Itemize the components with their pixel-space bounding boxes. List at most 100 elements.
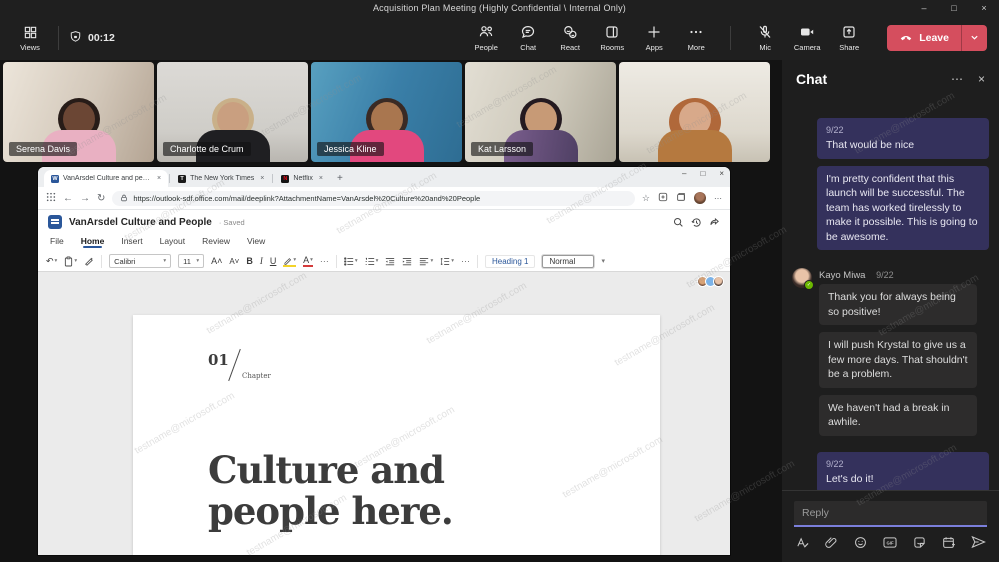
italic-button[interactable]: I [260, 256, 263, 266]
attach-icon[interactable] [825, 536, 838, 549]
chat-message-own: 9/22 That would be nice [817, 118, 989, 159]
video-tile-serena-davis[interactable]: Serena Davis [3, 62, 154, 162]
minimize-button[interactable]: – [909, 0, 939, 16]
apps-button[interactable]: Apps [636, 18, 672, 58]
chat-composer: GIF [782, 490, 999, 562]
decrease-indent-button[interactable] [385, 257, 395, 266]
undo-button[interactable]: ↶▾ [46, 256, 57, 267]
leave-button[interactable]: Leave [887, 25, 987, 51]
bold-button[interactable]: B [246, 256, 253, 266]
browser-close-button[interactable]: × [719, 169, 724, 178]
line-spacing-button[interactable]: ▾ [440, 257, 454, 266]
menu-review[interactable]: Review [202, 234, 230, 246]
share-document-icon[interactable] [709, 217, 720, 228]
menu-file[interactable]: File [50, 234, 64, 246]
sticker-icon[interactable] [913, 536, 926, 549]
shrink-font-button[interactable]: A˅ [229, 257, 239, 266]
bullet-list-button[interactable]: ▾ [344, 257, 358, 266]
views-button[interactable]: Views [12, 18, 48, 58]
browser-minimize-button[interactable]: – [682, 169, 686, 178]
react-button[interactable]: React [552, 18, 588, 58]
word-online-header: VanArsdel Culture and People · Saved [38, 210, 730, 234]
chapter-marker: 01 Chapter [208, 350, 229, 369]
browser-profile-avatar[interactable] [694, 192, 706, 204]
chat-label: Chat [520, 43, 536, 52]
extension-icon[interactable] [658, 189, 668, 207]
chapter-label: Chapter [242, 372, 271, 380]
gif-icon[interactable]: GIF [883, 536, 897, 549]
font-name-select[interactable]: Calibri▾ [109, 254, 171, 268]
align-button[interactable]: ▾ [419, 257, 433, 266]
ribbon-more-icon[interactable]: ⋯ [461, 256, 470, 267]
underline-button[interactable]: U [270, 256, 277, 266]
more-label: More [688, 43, 705, 52]
send-icon[interactable] [971, 535, 986, 549]
schedule-icon[interactable] [942, 536, 955, 549]
favorites-star-icon[interactable]: ☆ [642, 193, 650, 204]
reply-input[interactable] [794, 501, 987, 527]
history-icon[interactable] [691, 217, 702, 228]
browser-menu-icon[interactable]: ⋯ [714, 194, 722, 203]
maximize-button[interactable]: □ [939, 0, 969, 16]
search-icon[interactable] [673, 217, 684, 228]
camera-icon [799, 24, 815, 40]
browser-maximize-button[interactable]: □ [700, 169, 705, 178]
increase-indent-button[interactable] [402, 257, 412, 266]
nyt-favicon: T [178, 175, 186, 183]
menu-insert[interactable]: Insert [121, 234, 142, 246]
kayo-miwa-avatar[interactable] [792, 268, 812, 288]
video-tile-kat-larsson[interactable]: Kat Larsson [465, 62, 616, 162]
emoji-icon[interactable] [854, 536, 867, 549]
browser-tab-netflix[interactable]: N Netflix × [274, 170, 330, 187]
chat-close-icon[interactable]: × [978, 72, 985, 86]
tab-title: VanArsdel Culture and peo... [63, 175, 151, 182]
paste-button[interactable]: ▾ [64, 256, 77, 267]
menu-layout[interactable]: Layout [160, 234, 186, 246]
mic-label: Mic [759, 43, 771, 52]
grow-font-button[interactable]: A˄ [211, 256, 222, 266]
share-button[interactable]: Share [831, 18, 867, 58]
meeting-toolbar: Views 00:12 People Chat [0, 16, 999, 60]
mic-button[interactable]: Mic [747, 18, 783, 58]
tab-close-icon[interactable]: × [157, 175, 161, 182]
close-button[interactable]: × [969, 0, 999, 16]
tab-separator [169, 174, 170, 183]
style-normal[interactable]: Normal [542, 255, 594, 268]
font-size-select[interactable]: 11▾ [178, 254, 204, 268]
new-tab-button[interactable]: + [337, 173, 343, 184]
menu-home[interactable]: Home [81, 234, 105, 246]
video-tile-charlotte-de-crum[interactable]: Charlotte de Crum [157, 62, 308, 162]
chat-more-icon[interactable]: ⋯ [951, 72, 963, 86]
menu-view[interactable]: View [247, 234, 265, 246]
font-color-button[interactable]: A▾ [303, 255, 313, 267]
document-page[interactable]: 01 Chapter Culture and people here. [133, 315, 660, 555]
tab-close-icon[interactable]: × [260, 175, 264, 182]
camera-button[interactable]: Camera [789, 18, 825, 58]
forward-icon[interactable]: → [80, 193, 90, 204]
chat-button[interactable]: Chat [510, 18, 546, 58]
collections-icon[interactable] [676, 189, 686, 207]
rooms-button[interactable]: Rooms [594, 18, 630, 58]
apps-grid-icon[interactable] [46, 189, 56, 207]
people-label: People [475, 43, 498, 52]
refresh-icon[interactable]: ↻ [97, 193, 105, 204]
video-tile-jessica-kline[interactable]: Jessica Kline [311, 62, 462, 162]
url-field[interactable]: https://outlook-sdf.office.com/mail/deep… [112, 191, 635, 206]
browser-tab-vanarsdel[interactable]: W VanArsdel Culture and peo... × [44, 170, 168, 187]
more-button[interactable]: More [678, 18, 714, 58]
leave-options-button[interactable] [961, 25, 987, 51]
format-icon[interactable] [796, 536, 809, 549]
styles-gallery-chevron[interactable]: ▾ [601, 257, 605, 265]
browser-tab-nytimes[interactable]: T The New York Times × [171, 170, 271, 187]
back-icon[interactable]: ← [63, 193, 73, 204]
people-button[interactable]: People [468, 18, 504, 58]
numbered-list-button[interactable]: ▾ [365, 257, 379, 266]
tab-close-icon[interactable]: × [319, 175, 323, 182]
ribbon-more-icon[interactable]: ⋯ [320, 256, 329, 267]
style-heading1[interactable]: Heading 1 [485, 255, 535, 268]
video-tile-participant-5[interactable] [619, 62, 770, 162]
font-name-value: Calibri [114, 257, 135, 266]
format-painter-icon[interactable] [84, 256, 94, 266]
highlight-button[interactable]: ▾ [283, 256, 296, 267]
chat-panel-title: Chat [796, 71, 951, 87]
